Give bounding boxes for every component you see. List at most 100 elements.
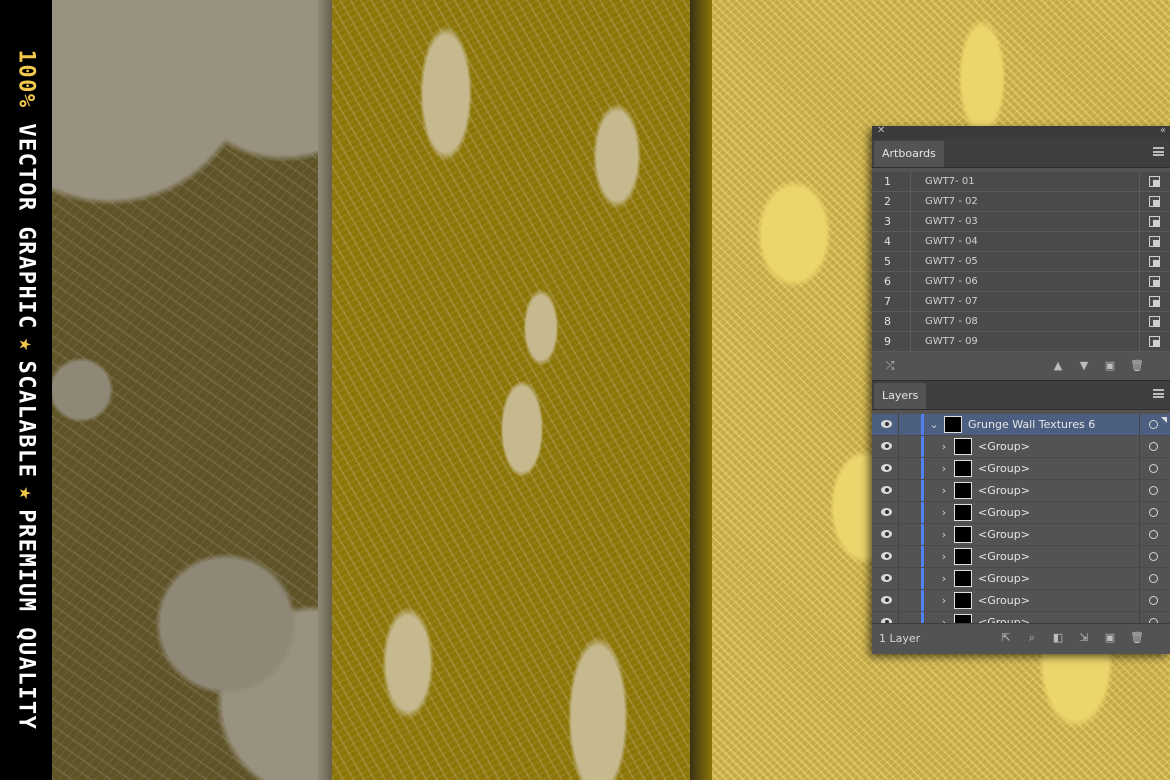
- lock-toggle[interactable]: [898, 502, 921, 523]
- new-artboard-icon[interactable]: ▣: [1104, 360, 1116, 372]
- chevron-right-icon[interactable]: ›: [934, 550, 954, 563]
- layer-row-group[interactable]: › <Group>: [872, 502, 1170, 524]
- layer-row-group[interactable]: › <Group>: [872, 524, 1170, 546]
- new-sublayer-icon[interactable]: ⇲: [1078, 632, 1090, 644]
- target-icon[interactable]: [1139, 436, 1170, 457]
- target-icon[interactable]: [1139, 524, 1170, 545]
- layer-row-group[interactable]: › <Group>: [872, 568, 1170, 590]
- target-icon[interactable]: [1139, 502, 1170, 523]
- group-name[interactable]: <Group>: [978, 462, 1139, 475]
- target-icon[interactable]: [1139, 590, 1170, 611]
- artboard-name[interactable]: GWT7 - 02: [910, 192, 1139, 211]
- group-name[interactable]: <Group>: [978, 528, 1139, 541]
- artboard-options-icon[interactable]: [1139, 252, 1170, 271]
- artboard-name[interactable]: GWT7 - 08: [910, 312, 1139, 331]
- tab-layers[interactable]: Layers: [874, 383, 927, 409]
- artboard-row[interactable]: 7 GWT7 - 07: [872, 292, 1170, 312]
- eye-icon[interactable]: [872, 546, 898, 567]
- layer-row-group[interactable]: › <Group>: [872, 458, 1170, 480]
- group-name[interactable]: <Group>: [978, 572, 1139, 585]
- panel-menu-icon[interactable]: [1153, 147, 1164, 156]
- new-layer-icon[interactable]: ▣: [1104, 632, 1116, 644]
- artboard-name[interactable]: GWT7 - 06: [910, 272, 1139, 291]
- lock-toggle[interactable]: [898, 436, 921, 457]
- lock-toggle[interactable]: [898, 568, 921, 589]
- artboard-row[interactable]: 9 GWT7 - 09: [872, 332, 1170, 352]
- move-down-icon[interactable]: ▼: [1078, 360, 1090, 372]
- artboard-name[interactable]: GWT7 - 04: [910, 232, 1139, 251]
- artboard-options-icon[interactable]: [1139, 272, 1170, 291]
- artboard-options-icon[interactable]: [1139, 312, 1170, 331]
- trash-icon[interactable]: 🗑: [1130, 360, 1144, 372]
- layer-row-parent[interactable]: ⌄ Grunge Wall Textures 6: [872, 414, 1170, 436]
- eye-icon[interactable]: [872, 590, 898, 611]
- group-name[interactable]: <Group>: [978, 550, 1139, 563]
- chevron-right-icon[interactable]: ›: [934, 484, 954, 497]
- eye-icon[interactable]: [872, 568, 898, 589]
- artboard-options-icon[interactable]: [1139, 172, 1170, 191]
- chevron-right-icon[interactable]: ›: [934, 462, 954, 475]
- artboard-options-icon[interactable]: [1139, 192, 1170, 211]
- target-icon[interactable]: [1139, 546, 1170, 567]
- trash-icon[interactable]: 🗑: [1130, 632, 1144, 644]
- artboard-row[interactable]: 3 GWT7 - 03: [872, 212, 1170, 232]
- artboard-row[interactable]: 4 GWT7 - 04: [872, 232, 1170, 252]
- group-name[interactable]: <Group>: [978, 484, 1139, 497]
- artboard-options-icon[interactable]: [1139, 212, 1170, 231]
- artboard-options-icon[interactable]: [1139, 292, 1170, 311]
- target-icon[interactable]: [1139, 458, 1170, 479]
- clipping-mask-icon[interactable]: ◧: [1052, 632, 1064, 644]
- lock-toggle[interactable]: [898, 458, 921, 479]
- artboard-row[interactable]: 1 GWT7- 01: [872, 172, 1170, 192]
- close-icon[interactable]: ✕: [877, 125, 885, 136]
- chevron-right-icon[interactable]: ›: [934, 528, 954, 541]
- panel-titlebar[interactable]: ✕ «: [872, 125, 1170, 139]
- layer-row-group[interactable]: › <Group>: [872, 590, 1170, 612]
- artboard-options-icon[interactable]: [1139, 332, 1170, 351]
- layer-row-group[interactable]: › <Group>: [872, 436, 1170, 458]
- chevron-right-icon[interactable]: ›: [934, 594, 954, 607]
- eye-icon[interactable]: [872, 524, 898, 545]
- lock-toggle[interactable]: [898, 524, 921, 545]
- artboard-row[interactable]: 5 GWT7 - 05: [872, 252, 1170, 272]
- artboard-name[interactable]: GWT7 - 07: [910, 292, 1139, 311]
- layer-color-indicator: [921, 590, 924, 611]
- artboard-name[interactable]: GWT7 - 05: [910, 252, 1139, 271]
- layer-row-group[interactable]: › <Group>: [872, 480, 1170, 502]
- artboard-name[interactable]: GWT7 - 03: [910, 212, 1139, 231]
- group-name[interactable]: <Group>: [978, 440, 1139, 453]
- chevron-down-icon[interactable]: ⌄: [924, 418, 944, 431]
- group-name[interactable]: <Group>: [978, 594, 1139, 607]
- eye-icon[interactable]: [872, 436, 898, 457]
- collapse-icon[interactable]: «: [1160, 125, 1166, 136]
- artboard-name[interactable]: GWT7- 01: [910, 172, 1139, 191]
- artboard-name[interactable]: GWT7 - 09: [910, 332, 1139, 351]
- export-icon[interactable]: ⇱: [1000, 632, 1012, 644]
- move-up-icon[interactable]: ▲: [1052, 360, 1064, 372]
- artboard-row[interactable]: 8 GWT7 - 08: [872, 312, 1170, 332]
- search-icon[interactable]: ⌕: [1026, 632, 1038, 644]
- chevron-right-icon[interactable]: ›: [934, 506, 954, 519]
- group-name[interactable]: <Group>: [978, 506, 1139, 519]
- lock-toggle[interactable]: [898, 590, 921, 611]
- eye-icon[interactable]: [872, 458, 898, 479]
- target-icon[interactable]: [1139, 568, 1170, 589]
- chevron-right-icon[interactable]: ›: [934, 572, 954, 585]
- eye-icon[interactable]: [872, 502, 898, 523]
- artboard-options-icon[interactable]: [1139, 232, 1170, 251]
- chevron-right-icon[interactable]: ›: [934, 440, 954, 453]
- artboard-row[interactable]: 6 GWT7 - 06: [872, 272, 1170, 292]
- panel-menu-icon[interactable]: [1153, 389, 1164, 398]
- artboard-number: 2: [884, 195, 891, 208]
- artboard-row[interactable]: 2 GWT7 - 02: [872, 192, 1170, 212]
- lock-toggle[interactable]: [898, 414, 921, 435]
- lock-toggle[interactable]: [898, 480, 921, 501]
- layer-name[interactable]: Grunge Wall Textures 6: [968, 418, 1139, 431]
- lock-toggle[interactable]: [898, 546, 921, 567]
- tab-artboards[interactable]: Artboards: [874, 141, 944, 167]
- eye-icon[interactable]: [872, 414, 898, 435]
- target-icon[interactable]: [1139, 480, 1170, 501]
- rearrange-icon[interactable]: ⤮: [884, 360, 896, 372]
- layer-row-group[interactable]: › <Group>: [872, 546, 1170, 568]
- eye-icon[interactable]: [872, 480, 898, 501]
